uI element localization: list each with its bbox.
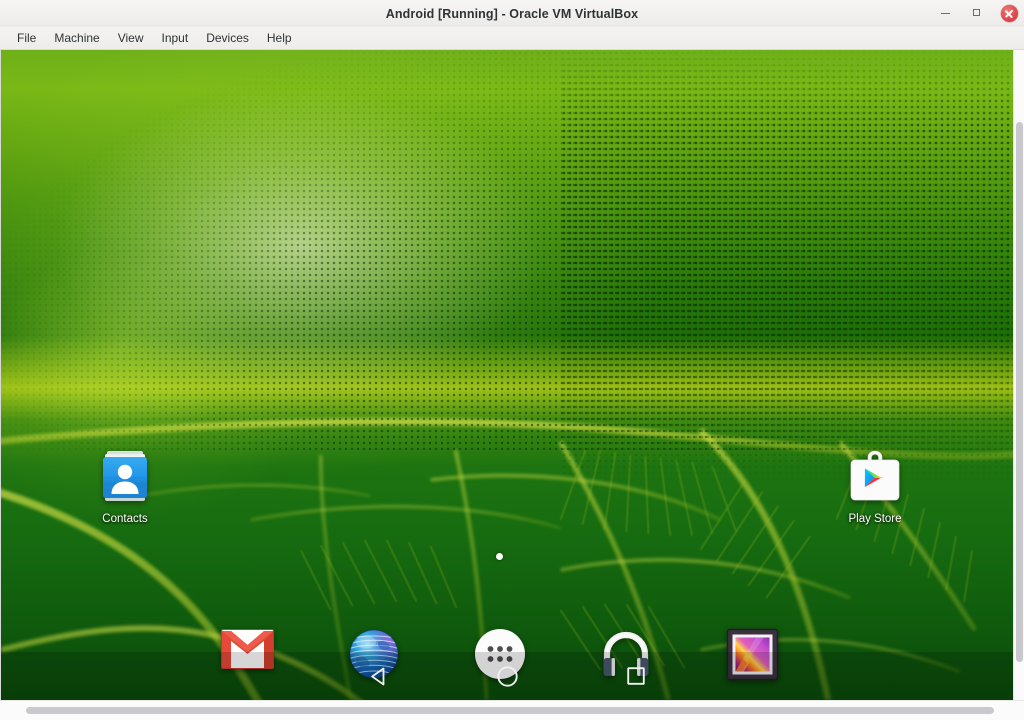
nav-home-button[interactable] [444, 652, 572, 700]
home-icon-contacts[interactable]: Contacts [77, 448, 173, 525]
menu-item-view[interactable]: View [109, 29, 153, 47]
home-icon-label-play-store: Play Store [848, 513, 902, 525]
close-icon [1000, 5, 1018, 22]
menu-bar: File Machine View Input Devices Help [0, 27, 1024, 50]
triangle-back-icon [371, 667, 385, 685]
home-icon-play-store[interactable]: Play Store [827, 448, 923, 525]
minimize-button[interactable] [936, 5, 954, 23]
menu-item-input[interactable]: Input [153, 29, 198, 47]
play-store-icon [850, 450, 900, 501]
close-button[interactable] [1000, 5, 1018, 23]
vertical-scrollbar[interactable] [1013, 50, 1024, 700]
android-navigation-bar [1, 652, 1013, 700]
menu-item-devices[interactable]: Devices [197, 29, 258, 47]
menu-item-file[interactable]: File [8, 29, 45, 47]
vm-guest-screen[interactable]: Contacts Play Store [0, 50, 1013, 700]
menu-item-machine[interactable]: Machine [45, 29, 108, 47]
horizontal-scrollbar-thumb[interactable] [26, 707, 994, 714]
minimize-icon [940, 12, 950, 15]
restore-icon [972, 9, 982, 18]
contacts-icon [103, 451, 147, 501]
window-title: Android [Running] - Oracle VM VirtualBox [385, 6, 639, 21]
vertical-scrollbar-thumb[interactable] [1016, 122, 1023, 662]
horizontal-scrollbar[interactable] [0, 700, 1024, 720]
home-icon-label-contacts: Contacts [102, 513, 148, 525]
restore-button[interactable] [968, 5, 986, 23]
square-recents-icon [626, 667, 645, 685]
title-bar: Android [Running] - Oracle VM VirtualBox [0, 0, 1024, 28]
window-controls [936, 0, 1018, 27]
wallpaper-halftone-pattern-2 [561, 50, 1013, 480]
circle-home-icon [497, 665, 518, 687]
nav-recents-button[interactable] [572, 652, 700, 700]
menu-item-help[interactable]: Help [258, 29, 301, 47]
virtualbox-window: Android [Running] - Oracle VM VirtualBox… [0, 0, 1024, 720]
page-indicator-dot [496, 553, 503, 560]
nav-back-button[interactable] [316, 652, 444, 700]
